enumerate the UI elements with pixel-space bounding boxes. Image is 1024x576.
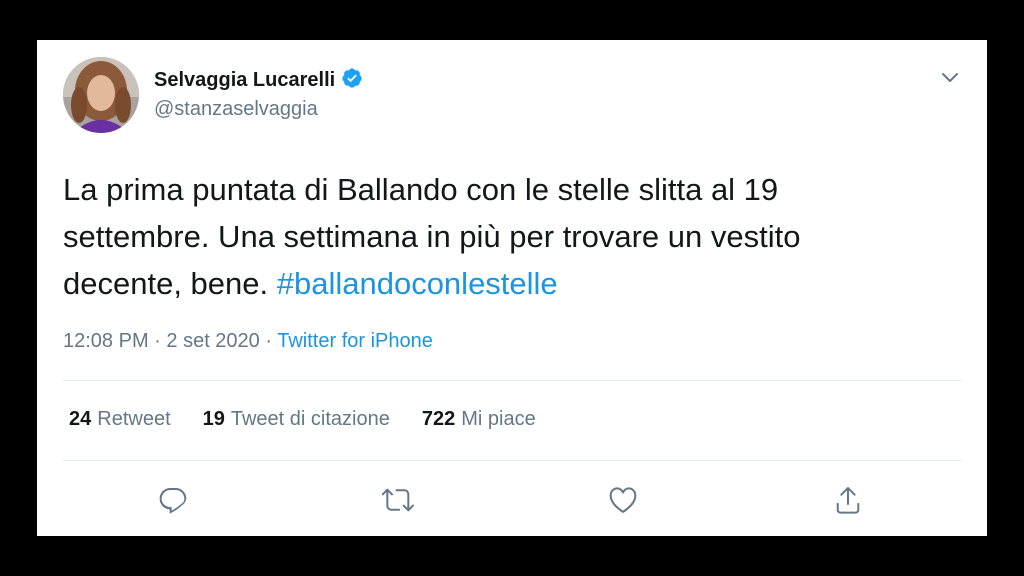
chevron-down-icon[interactable] [939,66,961,88]
quotes-count: 19 [202,408,225,430]
tweet-time[interactable]: 12:08 PM [63,330,149,352]
tweet-stats: 24 Retweet 19 Tweet di citazione 722 Mi pia… [69,408,536,431]
tweet-text-segment: decente, bene. [63,266,277,301]
tweet-text-line: decente, bene. #ballandoconlestelle [63,260,943,307]
retweets-count: 24 [69,408,92,430]
share-icon[interactable] [832,484,864,516]
author-name[interactable]: Selvaggia Lucarelli [154,69,335,92]
tweet-text-line: La prima puntata di Ballando con le stel… [63,172,779,207]
likes-label: Mi piace [461,408,536,430]
tweet-date[interactable]: 2 set 2020 [166,330,259,352]
tweet-text-line: settembre. Una settimana in più per trov… [63,219,801,254]
tweet-actions [37,480,987,520]
avatar[interactable] [63,57,139,133]
quotes-label: Tweet di citazione [230,408,390,430]
retweets-stat[interactable]: 24 Retweet [69,408,171,431]
heart-icon[interactable] [607,484,639,516]
tweet-card: Selvaggia Lucarelli @stanzaselvaggia La … [37,40,987,536]
tweet-meta: 12:08 PM · 2 set 2020 · Twitter for iPho… [63,330,433,352]
tweet-text: La prima puntata di Ballando con le stel… [63,166,943,307]
likes-count: 722 [421,408,456,430]
verified-badge-icon [341,67,363,94]
quotes-stat[interactable]: 19 Tweet di citazione [203,408,390,431]
avatar-image [63,57,139,133]
author-handle[interactable]: @stanzaselvaggia [154,98,318,121]
divider [63,460,963,461]
retweet-icon[interactable] [381,484,414,516]
reply-icon[interactable] [157,484,189,516]
likes-stat[interactable]: 722 Mi piace [422,408,536,431]
tweet-source-link[interactable]: Twitter for iPhone [277,330,433,352]
hashtag-link[interactable]: #ballandoconlestelle [277,266,558,301]
divider [63,380,963,381]
author-row: Selvaggia Lucarelli [154,66,363,94]
retweets-label: Retweet [97,408,171,430]
